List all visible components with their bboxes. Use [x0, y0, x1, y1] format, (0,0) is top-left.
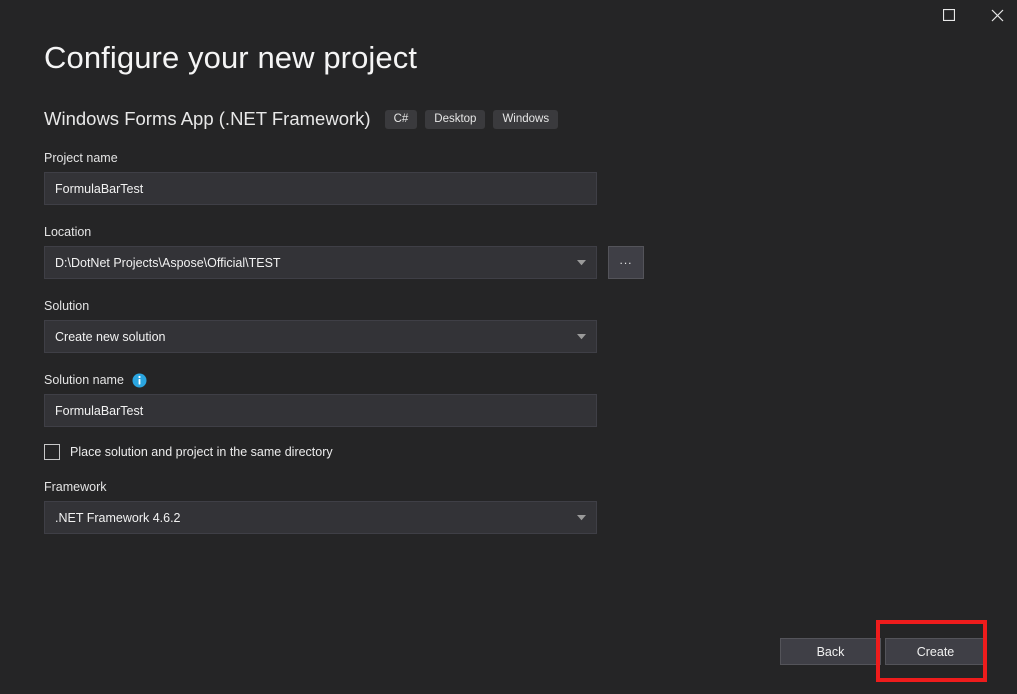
- solution-label: Solution: [44, 299, 90, 313]
- solution-row: Create new solution: [44, 320, 654, 353]
- close-button[interactable]: [974, 0, 1017, 30]
- framework-select[interactable]: .NET Framework 4.6.2: [44, 501, 597, 534]
- solution-name-row: FormulaBarTest: [44, 394, 654, 427]
- chevron-down-icon[interactable]: [572, 333, 590, 340]
- project-name-row: FormulaBarTest: [44, 172, 654, 205]
- close-icon: [991, 9, 1004, 22]
- framework-label: Framework: [44, 480, 107, 494]
- solution-select[interactable]: Create new solution: [44, 320, 597, 353]
- browse-location-button[interactable]: ...: [608, 246, 644, 279]
- solution-value: Create new solution: [55, 329, 166, 344]
- page-title: Configure your new project: [44, 40, 418, 75]
- same-directory-checkbox[interactable]: [44, 444, 60, 460]
- maximize-icon: [943, 9, 955, 21]
- location-input[interactable]: D:\DotNet Projects\Aspose\Official\TEST: [44, 246, 597, 279]
- project-name-value: FormulaBarTest: [55, 181, 144, 196]
- project-config-form: Project name FormulaBarTest Location D:\…: [44, 150, 654, 534]
- project-name-input[interactable]: FormulaBarTest: [44, 172, 597, 205]
- location-label: Location: [44, 225, 92, 239]
- tag-platform: Desktop: [425, 109, 486, 129]
- project-name-label: Project name: [44, 151, 118, 165]
- tag-language: C#: [384, 109, 418, 129]
- solution-name-input[interactable]: FormulaBarTest: [44, 394, 597, 427]
- chevron-down-icon[interactable]: [572, 259, 590, 266]
- create-button[interactable]: Create: [885, 638, 986, 665]
- info-icon[interactable]: [132, 373, 147, 388]
- framework-value: .NET Framework 4.6.2: [55, 510, 181, 525]
- location-value: D:\DotNet Projects\Aspose\Official\TEST: [55, 255, 281, 270]
- back-button[interactable]: Back: [780, 638, 881, 665]
- solution-name-label: Solution name: [44, 372, 654, 388]
- ellipsis-icon: ...: [619, 252, 633, 267]
- tag-os: Windows: [493, 109, 559, 129]
- framework-row: .NET Framework 4.6.2: [44, 501, 654, 534]
- same-directory-row[interactable]: Place solution and project in the same d…: [44, 444, 654, 460]
- solution-name-value: FormulaBarTest: [55, 403, 144, 418]
- solution-name-label-text: Solution name: [44, 373, 124, 387]
- maximize-button[interactable]: [926, 0, 972, 30]
- chevron-down-icon[interactable]: [572, 514, 590, 521]
- template-name: Windows Forms App (.NET Framework): [44, 108, 371, 129]
- title-bar: [0, 0, 1017, 30]
- template-summary: Windows Forms App (.NET Framework) C# De…: [44, 108, 566, 130]
- same-directory-label: Place solution and project in the same d…: [70, 445, 333, 459]
- location-row: D:\DotNet Projects\Aspose\Official\TEST …: [44, 246, 654, 279]
